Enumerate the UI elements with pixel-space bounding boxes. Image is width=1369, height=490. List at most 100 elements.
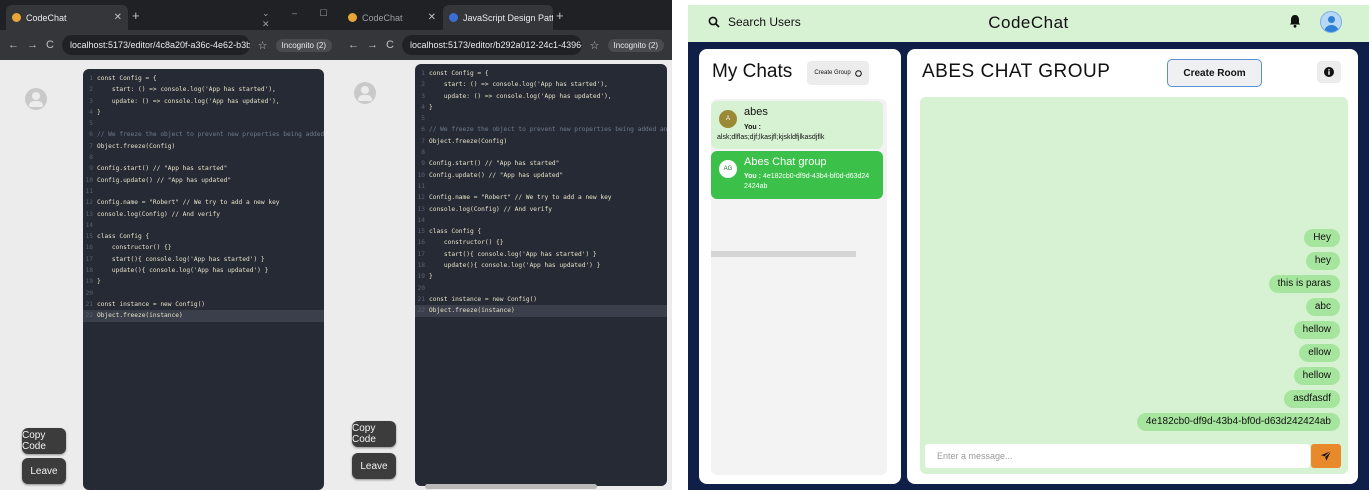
codechat-favicon-icon xyxy=(348,13,357,22)
code-line[interactable]: 4} xyxy=(83,107,324,118)
code-editor[interactable]: 1 const Config = {2 start: () => console.… xyxy=(83,69,324,490)
line-number: 5 xyxy=(89,120,93,128)
forward-icon[interactable]: → xyxy=(27,39,38,51)
incognito-badge[interactable]: Incognito (2) xyxy=(275,38,332,52)
code-text: } xyxy=(97,108,101,116)
code-line[interactable]: 12 Config.name = "Robert" // We try to ad… xyxy=(415,192,667,203)
code-line[interactable]: 22 Object.freeze(instance) xyxy=(415,305,667,317)
line-number: 18 xyxy=(85,267,93,275)
code-line[interactable]: 5 xyxy=(415,113,667,124)
line-number: 19 xyxy=(417,273,425,281)
code-editor[interactable]: 1 const Config = {2 start: () => console.… xyxy=(415,64,667,486)
send-icon xyxy=(1321,450,1332,461)
copy-code-button[interactable]: Copy Code xyxy=(352,421,396,447)
message-bubble: asdfasdf xyxy=(1284,390,1340,408)
info-button[interactable] xyxy=(1317,61,1341,83)
url-field[interactable]: localhost:5173/editor/4c8a20f-a36c-4e62-… xyxy=(61,35,250,55)
code-line[interactable]: 12 Config.name = "Robert" // We try to ad… xyxy=(83,197,324,208)
message-area: Hey hey this is paras abc hellow ellow h… xyxy=(920,97,1348,474)
close-tab-icon[interactable]: ✕ xyxy=(114,12,122,23)
window-controls[interactable]: ⌄ – ☐ ✕ xyxy=(262,8,340,30)
code-line[interactable]: 2 start: () => console.log('App has star… xyxy=(415,79,667,90)
code-line[interactable]: 18 update(){ console.log('App has update… xyxy=(415,260,667,271)
incognito-badge[interactable]: Incognito (2) xyxy=(607,38,664,52)
code-text: update(){ console.log('App has updated')… xyxy=(97,267,269,275)
create-group-button[interactable]: Create Group xyxy=(807,61,869,85)
code-line[interactable]: 17 start(){ console.log('App has started… xyxy=(83,254,324,265)
tab-design-patterns[interactable]: JavaScript Design Patterns - Co... ✕ xyxy=(443,5,553,30)
line-number: 22 xyxy=(417,307,425,315)
user-avatar xyxy=(25,88,47,110)
code-line[interactable]: 21 const instance = new Config() xyxy=(415,294,667,305)
code-line[interactable]: 20 xyxy=(415,283,667,294)
send-button[interactable] xyxy=(1311,444,1341,468)
url-field[interactable]: localhost:5173/editor/b292a012-24c1-4396… xyxy=(401,35,582,55)
code-line[interactable]: 4} xyxy=(415,102,667,113)
code-line[interactable]: 13 console.log(Config) // And verify xyxy=(83,209,324,220)
code-line[interactable]: 6 // We freeze the object to prevent new … xyxy=(415,124,667,135)
code-line[interactable]: 19} xyxy=(83,276,324,287)
profile-avatar-icon[interactable] xyxy=(1320,11,1342,33)
code-line[interactable]: 19} xyxy=(415,271,667,282)
code-line[interactable]: 3 update: () => console.log('App has upd… xyxy=(415,91,667,102)
close-tab-icon[interactable]: ✕ xyxy=(428,12,436,23)
code-line[interactable]: 1 const Config = { xyxy=(415,68,667,79)
bell-icon[interactable] xyxy=(1289,14,1301,28)
code-line[interactable]: 20 xyxy=(83,288,324,299)
my-chats-panel: My Chats Create Group A abes You : alsk;… xyxy=(699,49,901,484)
code-line[interactable]: 11 xyxy=(415,181,667,192)
code-line[interactable]: 22 Object.freeze(instance) xyxy=(83,310,324,322)
code-line[interactable]: 6 // We freeze the object to prevent new … xyxy=(83,129,324,140)
code-line[interactable]: 10 Config.update() // "App has updated" xyxy=(83,175,324,186)
code-line[interactable]: 1 const Config = { xyxy=(83,73,324,84)
back-icon[interactable]: ← xyxy=(8,39,19,51)
code-line[interactable]: 15 class Config { xyxy=(415,226,667,237)
tab-codechat[interactable]: CodeChat ✕ xyxy=(6,5,128,30)
chat-list-scrollbar[interactable] xyxy=(711,251,856,257)
code-line[interactable]: 16 constructor() {} xyxy=(83,242,324,253)
reload-icon[interactable]: C xyxy=(386,39,394,51)
star-icon[interactable]: ☆ xyxy=(590,39,600,52)
create-room-button[interactable]: Create Room xyxy=(1167,59,1262,87)
code-line[interactable]: 18 update(){ console.log('App has update… xyxy=(83,265,324,276)
tab-codechat[interactable]: CodeChat ✕ xyxy=(342,5,442,30)
code-line[interactable]: 8 xyxy=(83,152,324,163)
copy-code-button[interactable]: Copy Code xyxy=(22,428,66,454)
new-tab-icon[interactable]: + xyxy=(132,8,140,23)
code-line[interactable]: 15 class Config { xyxy=(83,231,324,242)
code-line[interactable]: 11 xyxy=(83,186,324,197)
chat-item-abes[interactable]: A abes You : alsk;dlflas;djf;lkasjfl;kjs… xyxy=(711,101,883,149)
line-number: 10 xyxy=(417,171,425,179)
code-line[interactable]: 17 start(){ console.log('App has started… xyxy=(415,249,667,260)
code-line[interactable]: 16 constructor() {} xyxy=(415,237,667,248)
code-line[interactable]: 13 console.log(Config) // And verify xyxy=(415,204,667,215)
code-line[interactable]: 14 xyxy=(415,215,667,226)
horizontal-scrollbar[interactable] xyxy=(425,484,597,489)
code-line[interactable]: 9 Config.start() // "App has started" xyxy=(415,158,667,169)
chat-item-abes-chat-group[interactable]: AG Abes Chat group You : 4e182cb0-df9d-4… xyxy=(711,151,883,199)
message-bubble: Hey xyxy=(1304,229,1340,247)
code-line[interactable]: 9 Config.start() // "App has started" xyxy=(83,163,324,174)
code-text: Object.freeze(Config) xyxy=(97,142,176,150)
leave-button[interactable]: Leave xyxy=(22,458,66,484)
code-line[interactable]: 14 xyxy=(83,220,324,231)
reload-icon[interactable]: C xyxy=(46,39,54,51)
code-line[interactable]: 8 xyxy=(415,147,667,158)
code-line[interactable]: 2 start: () => console.log('App has star… xyxy=(83,84,324,95)
new-tab-icon[interactable]: + xyxy=(556,8,564,23)
leave-button[interactable]: Leave xyxy=(352,453,396,479)
line-number: 5 xyxy=(421,115,425,123)
code-text: Object.freeze(Config) xyxy=(429,137,508,145)
code-line[interactable]: 7 Object.freeze(Config) xyxy=(415,136,667,147)
forward-icon[interactable]: → xyxy=(367,39,378,51)
code-line[interactable]: 3 update: () => console.log('App has upd… xyxy=(83,96,324,107)
code-line[interactable]: 5 xyxy=(83,118,324,129)
star-icon[interactable]: ☆ xyxy=(258,39,268,52)
line-number: 10 xyxy=(85,176,93,184)
code-line[interactable]: 10 Config.update() // "App has updated" xyxy=(415,170,667,181)
back-icon[interactable]: ← xyxy=(348,39,359,51)
code-line[interactable]: 7 Object.freeze(Config) xyxy=(83,141,324,152)
message-input[interactable]: Enter a message... xyxy=(925,444,1310,468)
line-number: 3 xyxy=(421,92,425,100)
code-line[interactable]: 21 const instance = new Config() xyxy=(83,299,324,310)
